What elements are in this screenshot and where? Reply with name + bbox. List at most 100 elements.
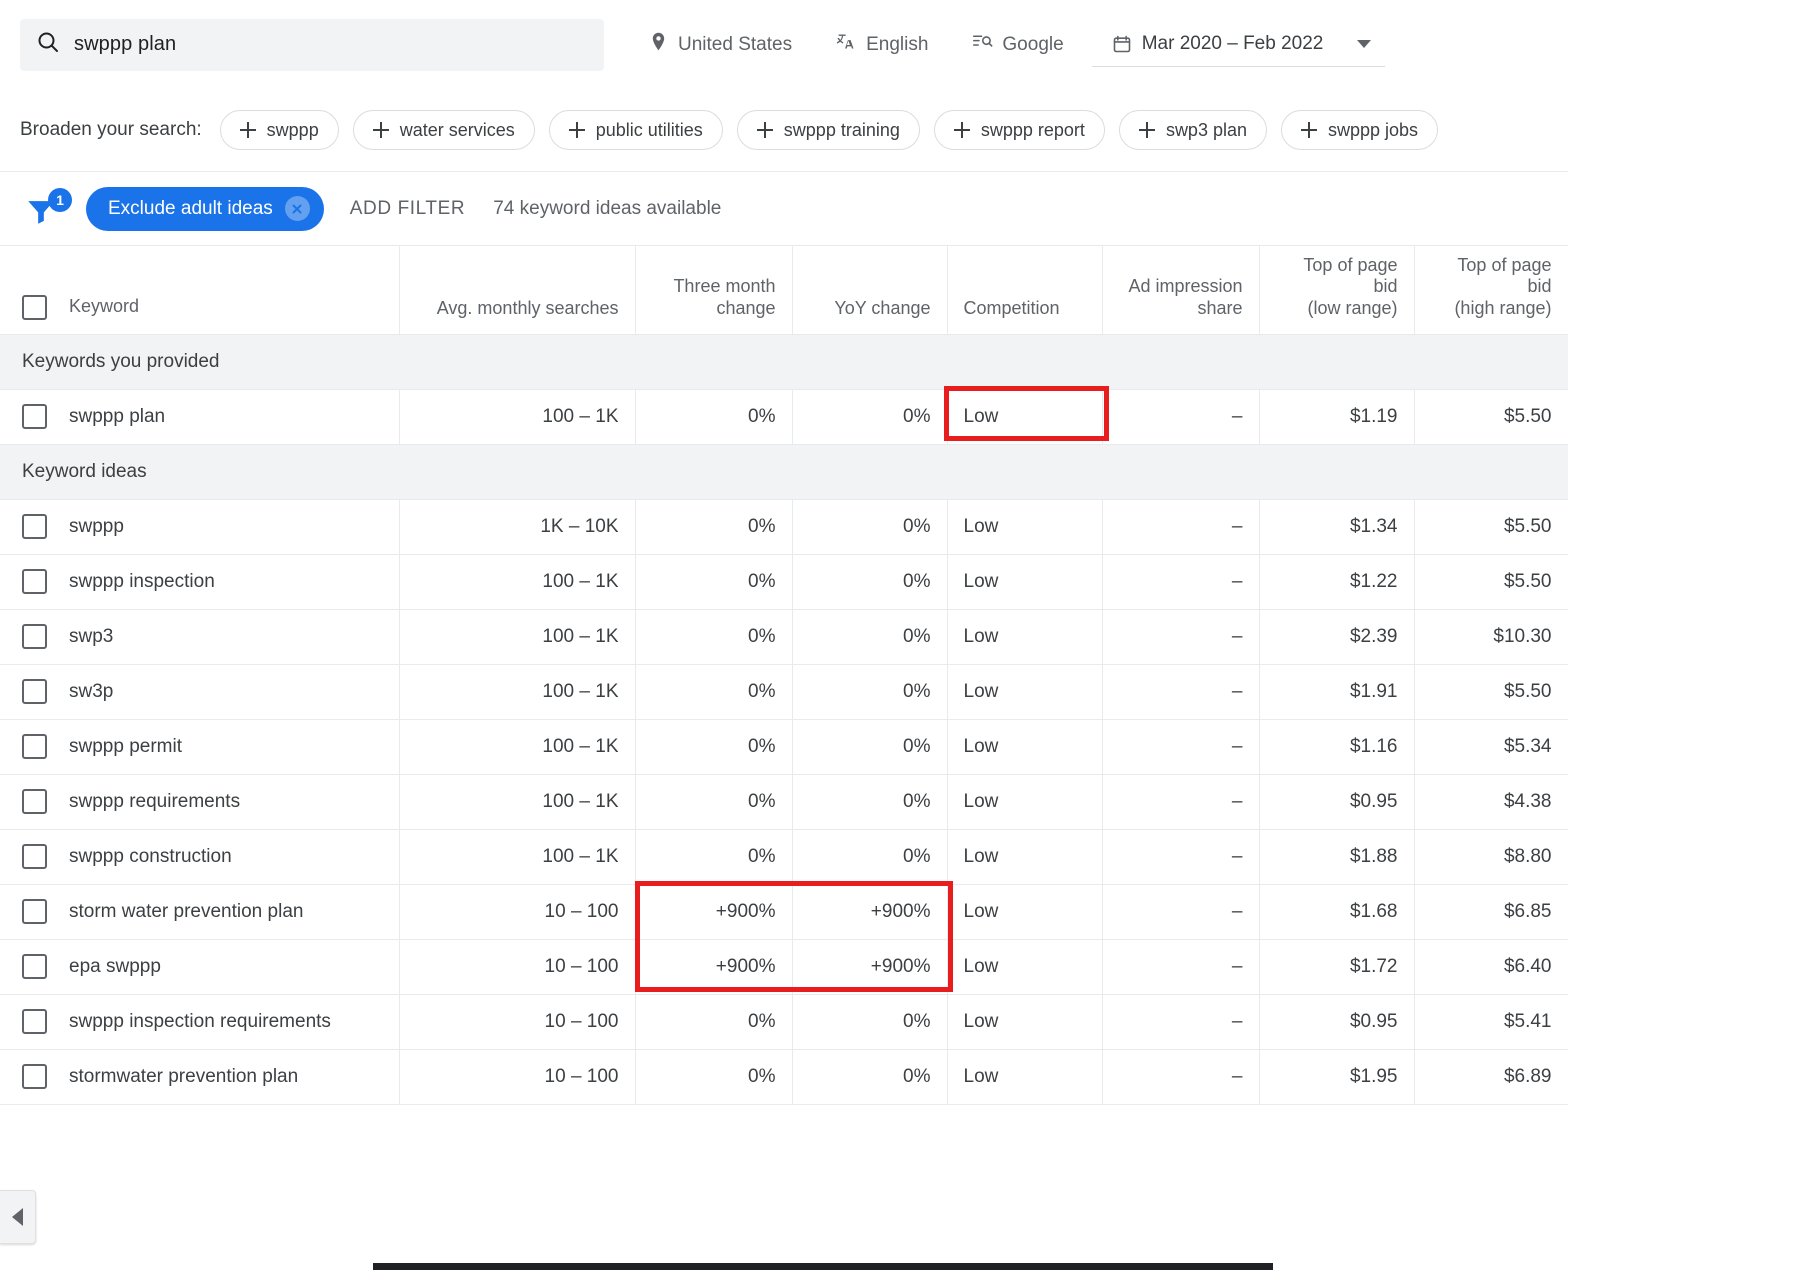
location-filter-label: United States [678,33,793,55]
broaden-search-bar: Broaden your search: swppp water service… [0,89,1568,172]
cell-avg-monthly-searches: 10 – 100 [399,939,636,995]
column-top-of-page-bid-high[interactable]: Top of page bid (high range) [1414,246,1568,335]
broaden-chip-5[interactable]: swp3 plan [1118,110,1267,150]
keyword-ideas-count: 74 keyword ideas available [493,197,722,219]
search-input[interactable]: swppp plan [20,18,604,71]
row-checkbox[interactable] [22,734,47,759]
cell-ad-impression-share: – [1102,664,1260,720]
cell-three-month-change: 0% [635,994,793,1050]
keyword-ideas-table: Keyword Avg. monthly searches Three mont… [0,246,1568,1105]
table-row[interactable]: sw3p 100 – 1K 0% 0% Low – $1.91 $5.50 [0,664,1568,720]
column-label-line1: Top of page bid [1457,254,1552,297]
cell-top-of-page-bid-low: $1.16 [1259,719,1415,775]
row-checkbox[interactable] [22,679,47,704]
horizontal-scrollbar[interactable] [0,1261,1568,1270]
broaden-chip-label: public utilities [595,119,703,140]
select-all-checkbox[interactable] [22,294,47,320]
plus-icon [568,122,585,138]
keyword-text: swp3 [69,625,114,647]
row-checkbox[interactable] [22,624,47,649]
column-label: YoY change [834,297,931,318]
search-network-icon [972,31,993,58]
table-row[interactable]: swppp permit 100 – 1K 0% 0% Low – $1.16 $5.34 [0,719,1568,775]
table-row[interactable]: swppp inspection 100 – 1K 0% 0% Low – $1.22 $5.… [0,554,1568,610]
column-label-line1: Top of page bid [1303,254,1398,297]
cell-ad-impression-share: – [1102,939,1260,995]
plus-icon [239,122,256,138]
add-filter-button[interactable]: ADD FILTER [350,198,465,220]
cell-top-of-page-bid-low: $2.39 [1259,609,1415,665]
row-checkbox[interactable] [22,954,47,979]
column-three-month-change[interactable]: Three month change [635,246,793,335]
column-yoy-change[interactable]: YoY change [792,246,948,335]
date-range-selector[interactable]: Mar 2020 – Feb 2022 [1091,23,1386,67]
broaden-chip-label: swppp report [980,119,1085,140]
page-content: swppp plan United States English Google … [0,0,1568,1270]
table-group-title: Keyword ideas [0,444,1568,500]
table-row[interactable]: swppp requirements 100 – 1K 0% 0% Low – $0.95 $… [0,774,1568,830]
row-checkbox[interactable] [22,404,47,429]
table-row[interactable]: swppp construction 100 – 1K 0% 0% Low – $1.88 $… [0,829,1568,885]
filter-funnel-button[interactable]: 1 [22,187,74,231]
row-checkbox[interactable] [22,899,47,924]
cell-avg-monthly-searches: 10 – 100 [399,994,636,1050]
plus-icon [953,122,970,138]
column-competition[interactable]: Competition [947,246,1103,335]
broaden-chip-4[interactable]: swppp report [933,110,1105,150]
keyword-text: swppp inspection [69,570,215,592]
row-checkbox[interactable] [22,1009,47,1034]
translate-icon [836,31,857,58]
cell-top-of-page-bid-low: $1.72 [1259,939,1415,995]
cell-avg-monthly-searches: 100 – 1K [399,719,636,775]
header-filter-group: United States English Google Mar 2020 – … [626,23,1386,67]
network-filter[interactable]: Google [950,25,1085,65]
chevron-down-icon[interactable] [1357,40,1372,48]
table-row[interactable]: swppp 1K – 10K 0% 0% Low – $1.34 $5.50 [0,499,1568,555]
collapse-left-panel-button[interactable] [0,1190,36,1244]
scrollbar-thumb[interactable] [373,1263,1273,1270]
cell-top-of-page-bid-high: $5.34 [1414,719,1568,775]
column-keyword[interactable]: Keyword [0,246,400,335]
cell-avg-monthly-searches: 100 – 1K [399,554,636,610]
cell-three-month-change: 0% [635,609,793,665]
cell-three-month-change: +900% [635,939,793,995]
column-top-of-page-bid-low[interactable]: Top of page bid (low range) [1259,246,1415,335]
cell-top-of-page-bid-low: $1.91 [1259,664,1415,720]
cell-yoy-change: +900% [792,884,948,940]
location-filter[interactable]: United States [626,25,814,65]
cell-avg-monthly-searches: 100 – 1K [399,389,636,445]
cell-yoy-change: 0% [792,829,948,885]
row-checkbox[interactable] [22,789,47,814]
table-row[interactable]: stormwater prevention plan 10 – 100 0% 0% Lo… [0,1049,1568,1105]
table-group-header: Keyword ideas [0,444,1568,500]
language-filter[interactable]: English [814,25,950,65]
column-label-line1: Ad impression [1128,276,1243,297]
column-avg-monthly-searches[interactable]: Avg. monthly searches [399,246,636,335]
cell-top-of-page-bid-low: $1.22 [1259,554,1415,610]
broaden-chip-3[interactable]: swppp training [736,110,920,150]
row-checkbox[interactable] [22,514,47,539]
cell-top-of-page-bid-high: $4.38 [1414,774,1568,830]
table-group-title: Keywords you provided [0,334,1568,390]
remove-filter-button[interactable] [284,196,310,221]
row-checkbox[interactable] [22,1064,47,1089]
table-row[interactable]: swp3 100 – 1K 0% 0% Low – $2.39 $10.30 [0,609,1568,665]
column-ad-impression-share[interactable]: Ad impression share [1102,246,1260,335]
table-body: Keywords you provided swppp plan 100 – 1K 0… [0,334,1568,1105]
broaden-chip-0[interactable]: swppp [219,110,339,150]
table-row[interactable]: epa swppp 10 – 100 +900% +900% Low – $1.72 $6.4… [0,939,1568,995]
table-row[interactable]: storm water prevention plan 10 – 100 +900%… [0,884,1568,940]
cell-three-month-change: 0% [635,719,793,775]
broaden-chip-1[interactable]: water services [352,110,535,150]
keyword-text: swppp requirements [69,790,241,812]
broaden-chip-2[interactable]: public utilities [548,110,723,150]
broaden-chip-6[interactable]: swppp jobs [1281,110,1439,150]
broaden-chip-label: swppp training [783,119,900,140]
filter-count-badge: 1 [48,187,72,212]
table-row[interactable]: swppp inspection requirements 10 – 100 0% 0… [0,994,1568,1050]
table-row[interactable]: swppp plan 100 – 1K 0% 0% Low – $1.19 $5.50 [0,389,1568,445]
row-checkbox[interactable] [22,569,47,594]
active-filter-chip[interactable]: Exclude adult ideas [86,186,324,231]
row-checkbox[interactable] [22,844,47,869]
table-header-row: Keyword Avg. monthly searches Three mont… [0,246,1568,335]
